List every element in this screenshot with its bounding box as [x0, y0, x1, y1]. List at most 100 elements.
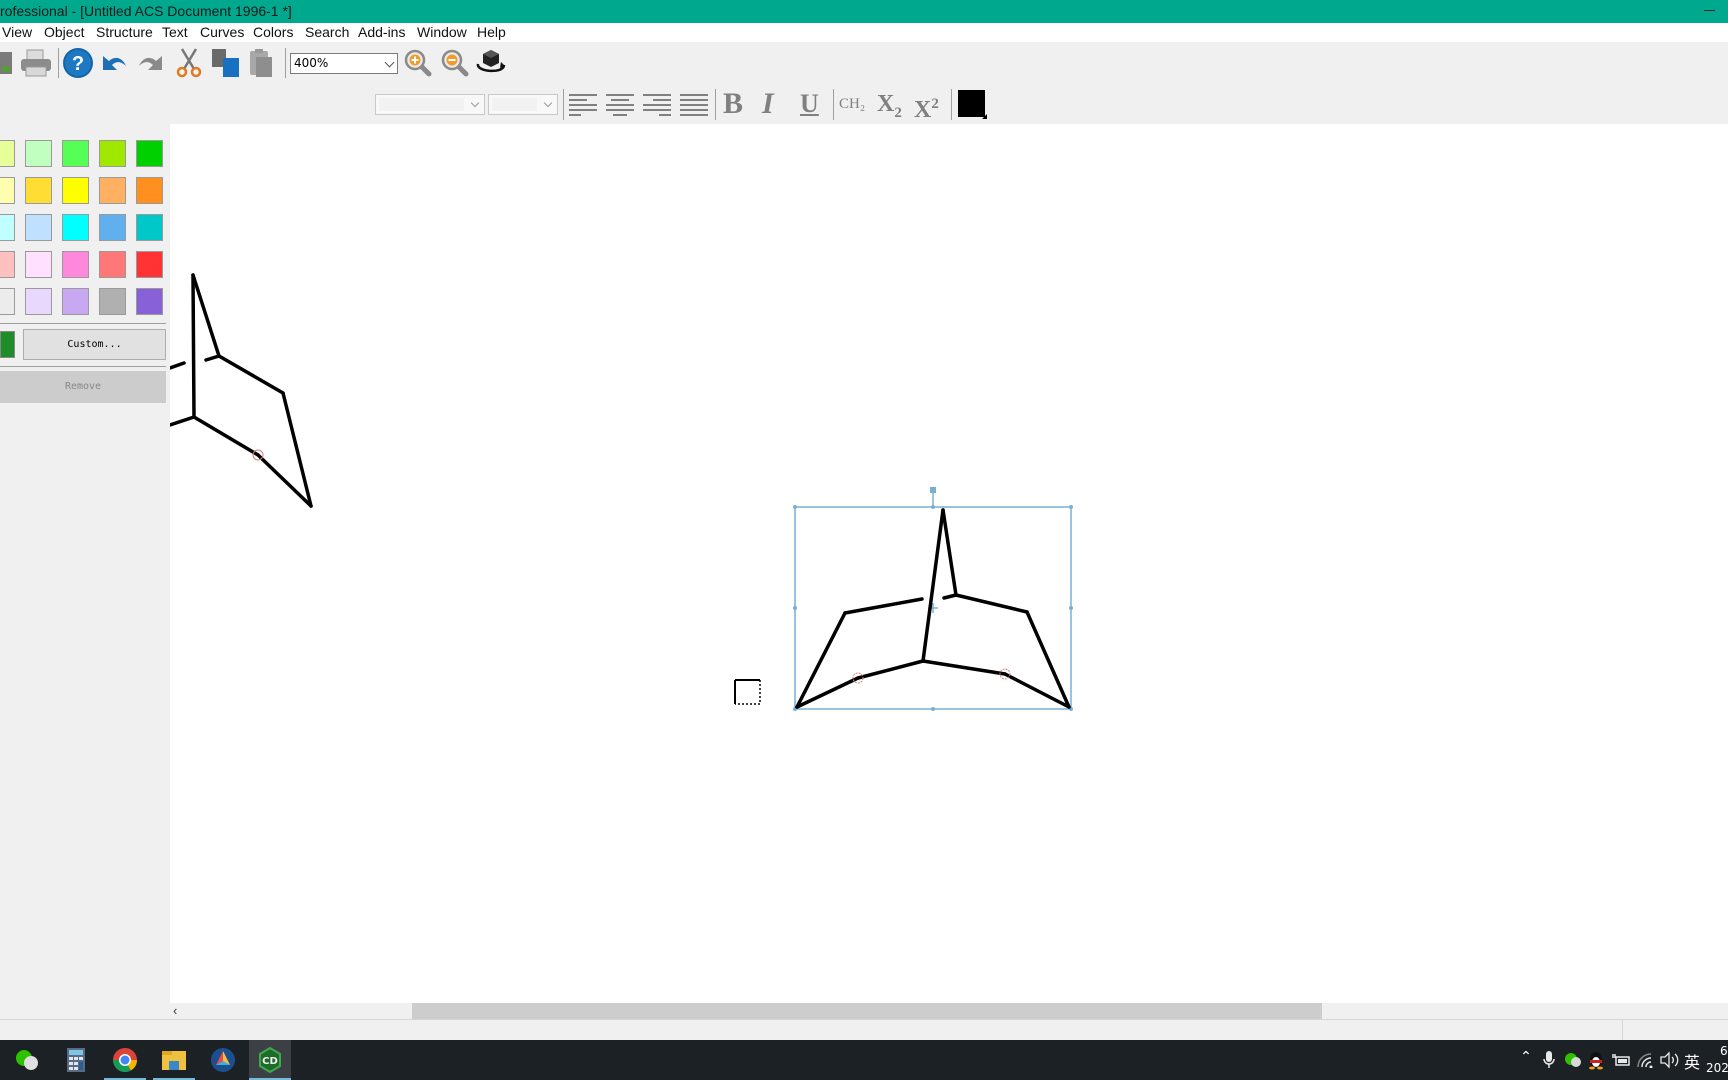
save-icon[interactable]	[0, 48, 14, 78]
menu-curves[interactable]: Curves	[200, 24, 244, 40]
color-swatch[interactable]	[25, 177, 52, 204]
italic-button[interactable]: I	[762, 89, 774, 119]
file-explorer-icon[interactable]	[153, 1040, 195, 1080]
wechat-icon[interactable]	[6, 1040, 48, 1080]
bold-button[interactable]: B	[723, 89, 743, 119]
help-icon[interactable]: ?	[62, 47, 94, 79]
chemical-formula-button[interactable]: CH₂	[839, 96, 865, 113]
color-swatch[interactable]	[136, 251, 163, 278]
color-swatch[interactable]	[25, 288, 52, 315]
color-swatch[interactable]	[25, 251, 52, 278]
copy-icon[interactable]	[210, 47, 242, 79]
menu-object[interactable]: Object	[44, 24, 84, 40]
color-swatch[interactable]	[136, 214, 163, 241]
rotate-handle[interactable]	[930, 487, 936, 493]
zoom-level-select[interactable]: 400%	[290, 53, 398, 74]
redo-icon[interactable]	[136, 48, 166, 78]
resize-handle[interactable]	[931, 505, 935, 509]
underline-button[interactable]: U	[800, 90, 819, 118]
color-palette-panel	[0, 124, 170, 1003]
chrome-icon[interactable]	[104, 1040, 146, 1080]
color-swatch[interactable]	[62, 288, 89, 315]
selection-handles[interactable]	[793, 487, 1073, 711]
cut-icon[interactable]	[174, 47, 204, 79]
bond	[281, 391, 313, 508]
color-swatch[interactable]	[0, 251, 15, 278]
color-swatch[interactable]	[25, 214, 52, 241]
minimize-button[interactable]	[1700, 0, 1720, 23]
font-size-select[interactable]	[488, 94, 558, 115]
color-swatch[interactable]	[99, 251, 126, 278]
align-justify-icon[interactable]	[678, 90, 710, 118]
scrollbar-thumb[interactable]	[412, 1003, 1322, 1019]
microphone-icon[interactable]	[1543, 1051, 1555, 1072]
color-swatch[interactable]	[0, 288, 15, 315]
color-swatch[interactable]	[136, 177, 163, 204]
color-swatch[interactable]	[62, 214, 89, 241]
color-swatch[interactable]	[136, 140, 163, 167]
resize-handle[interactable]	[931, 707, 935, 711]
superscript-button[interactable]: X2	[914, 90, 939, 124]
menu-colors[interactable]: Colors	[253, 24, 293, 40]
color-swatch[interactable]	[136, 288, 163, 315]
color-swatch[interactable]	[0, 140, 15, 167]
font-family-select[interactable]	[375, 94, 485, 115]
wifi-icon[interactable]	[1636, 1052, 1654, 1071]
zoom-in-icon[interactable]	[403, 48, 433, 78]
drawing-canvas[interactable]	[170, 124, 1728, 1003]
bond	[941, 508, 958, 597]
align-left-icon[interactable]	[567, 90, 599, 118]
horizontal-scrollbar[interactable]: ‹	[170, 1003, 1728, 1019]
subscript-button[interactable]: X2	[877, 90, 902, 127]
app-icon[interactable]	[202, 1040, 244, 1080]
volume-icon[interactable]	[1659, 1051, 1679, 1072]
resize-handle[interactable]	[793, 606, 797, 610]
menu-window[interactable]: Window	[417, 24, 467, 40]
menu-search[interactable]: Search	[305, 24, 349, 40]
menu-help[interactable]: Help	[477, 24, 506, 40]
align-right-icon[interactable]	[641, 90, 673, 118]
color-swatch[interactable]	[62, 177, 89, 204]
color-swatch[interactable]	[99, 288, 126, 315]
qq-icon[interactable]	[1588, 1050, 1604, 1073]
color-swatch[interactable]	[0, 177, 15, 204]
color-swatch[interactable]	[0, 214, 15, 241]
print-icon[interactable]	[20, 48, 52, 78]
text-color-button[interactable]	[958, 90, 987, 119]
calculator-icon[interactable]	[55, 1040, 97, 1080]
align-center-icon[interactable]	[604, 90, 636, 118]
canvas-drawing	[170, 273, 1073, 711]
svg-text:?: ?	[72, 53, 84, 75]
custom-color-button[interactable]: Custom...	[23, 329, 166, 360]
clock[interactable]: 6 202	[1706, 1043, 1728, 1077]
ime-indicator[interactable]: 英	[1684, 1049, 1700, 1073]
menu-structure[interactable]: Structure	[96, 24, 153, 40]
color-swatch[interactable]	[99, 140, 126, 167]
undo-icon[interactable]	[99, 48, 129, 78]
color-swatch[interactable]	[62, 140, 89, 167]
color-swatch[interactable]	[62, 251, 89, 278]
menu-text[interactable]: Text	[162, 24, 188, 40]
remove-color-button[interactable]: Remove	[0, 371, 166, 403]
menu-view[interactable]: View	[2, 24, 32, 40]
paste-icon[interactable]	[246, 47, 276, 79]
current-color-swatch[interactable]	[0, 331, 15, 358]
zoom-out-icon[interactable]	[440, 48, 470, 78]
bond	[954, 593, 1029, 614]
selection-box[interactable]	[794, 491, 1072, 710]
chemdraw-icon[interactable]: CD	[249, 1040, 291, 1080]
resize-handle[interactable]	[1069, 505, 1073, 509]
molecule-left[interactable]	[170, 273, 313, 508]
toolbar-separator	[715, 89, 716, 120]
battery-icon[interactable]	[1611, 1052, 1631, 1071]
color-swatch[interactable]	[99, 214, 126, 241]
color-swatch[interactable]	[99, 177, 126, 204]
resize-handle[interactable]	[1069, 606, 1073, 610]
scroll-left-icon[interactable]: ‹	[173, 1004, 177, 1017]
rotate-3d-icon[interactable]	[474, 47, 508, 79]
color-swatch[interactable]	[25, 140, 52, 167]
resize-handle[interactable]	[793, 505, 797, 509]
menu-add-ins[interactable]: Add-ins	[358, 24, 405, 40]
chevron-up-icon[interactable]: ⌃	[1514, 1048, 1538, 1065]
wechat-tray-icon[interactable]	[1564, 1052, 1582, 1071]
